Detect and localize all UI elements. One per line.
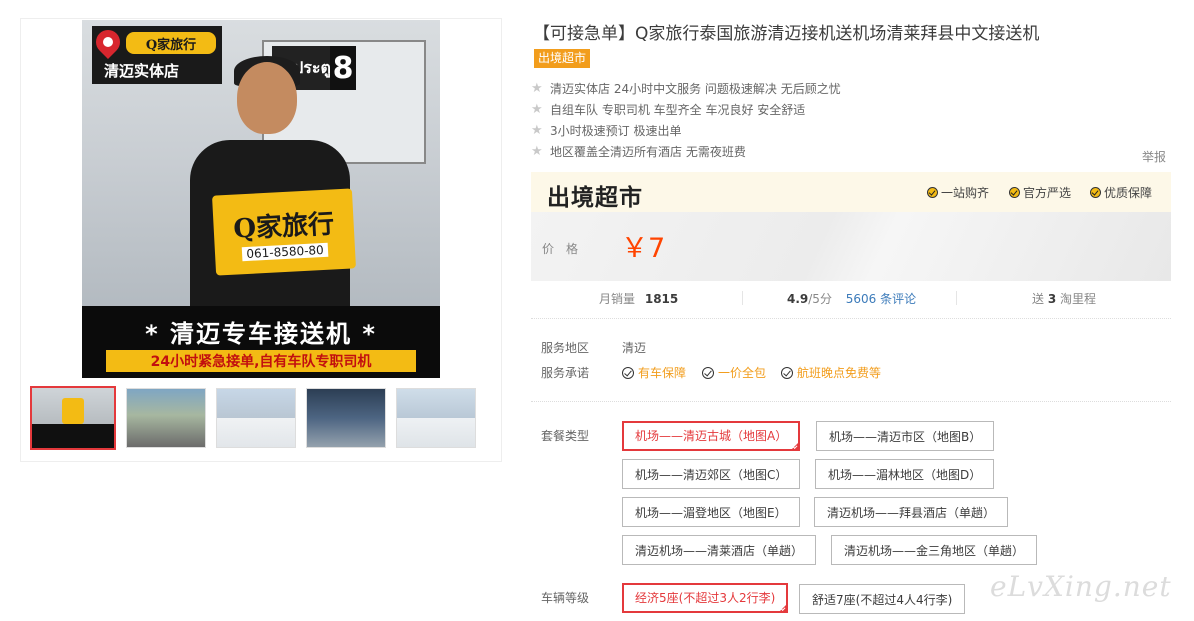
person-head xyxy=(237,62,297,134)
package-option[interactable]: 机场——湄林地区（地图D） xyxy=(815,459,995,489)
package-option[interactable]: 清迈机场——金三角地区（单趟） xyxy=(831,535,1038,565)
points-value: 3 xyxy=(1047,292,1057,306)
check-circle-icon xyxy=(622,366,634,379)
price-value: ￥7 xyxy=(621,233,666,264)
guarantee-item: 一站购齐 xyxy=(927,184,989,201)
star-icon: ★ xyxy=(531,144,543,159)
service-promise-label: 服务承诺 xyxy=(541,366,590,380)
package-option[interactable]: 清迈机场——清莱酒店（单趟） xyxy=(622,535,817,565)
feature-item: ★ 自组车队 专职司机 车型齐全 车况良好 安全舒适 xyxy=(531,101,805,118)
yellow-sign-board: Q家旅行 061-8580-80 xyxy=(212,188,356,276)
price-box: 出境超市 一站购齐 官方严选 优质保障 价格 ￥7 xyxy=(531,172,1171,281)
divider xyxy=(742,291,743,305)
banner-title: * 清迈专车接送机 * xyxy=(145,320,377,348)
feature-item: ★ 地区覆盖全清迈所有酒店 无需夜班费 xyxy=(531,143,746,160)
feature-text: 3小时极速预订 极速出单 xyxy=(550,124,682,138)
product-title: 【可接急单】Q家旅行泰国旅游清迈接机送机场清莱拜县中文接送机 xyxy=(533,24,1040,44)
logo-store-name: 清迈实体店 xyxy=(104,62,180,80)
store-logo: Q家旅行 清迈实体店 xyxy=(91,25,222,84)
guarantee-label: 一站购齐 xyxy=(941,186,990,200)
check-circle-icon xyxy=(781,366,793,379)
thumbnail-strip xyxy=(30,386,476,452)
section-divider xyxy=(531,401,1171,402)
price-label: 价格 xyxy=(542,242,591,256)
divider xyxy=(956,291,957,305)
service-area-label: 服务地区 xyxy=(541,341,590,355)
section-divider xyxy=(531,318,1171,319)
feature-text: 清迈实体店 24小时中文服务 问题极速解决 无后顾之忧 xyxy=(550,82,841,96)
promise-text: 航班晚点免费等 xyxy=(797,366,882,380)
thumbnail-1[interactable] xyxy=(30,386,116,450)
price-box-body: 价格 ￥7 xyxy=(531,212,1171,281)
feature-item: ★ 3小时极速预订 极速出单 xyxy=(531,122,681,139)
product-gallery: ประตู 8 Q家旅行 061-8580-80 Q家旅行 清迈实体店 * 清迈… xyxy=(20,18,502,462)
image-banner: * 清迈专车接送机 * 24小时紧急接单,自有车队专职司机 xyxy=(82,306,440,378)
package-option[interactable]: 机场——清迈古城（地图A） xyxy=(622,421,801,451)
check-icon xyxy=(1009,187,1020,198)
thumbnail-4[interactable] xyxy=(306,388,386,448)
store-badge[interactable]: 出境超市 xyxy=(534,49,591,68)
vehicle-option[interactable]: 舒适7座(不超过4人4行李) xyxy=(799,584,966,614)
monthly-sales: 月销量 1815 xyxy=(599,290,678,307)
rating-summary: 4.9/5分 5606 条评论 xyxy=(787,290,916,307)
package-option[interactable]: 机场——清迈市区（地图B） xyxy=(816,421,995,451)
promise-item[interactable]: 航班晚点免费等 xyxy=(781,364,881,381)
check-icon xyxy=(927,187,938,198)
vehicle-class-label: 车辆等级 xyxy=(541,591,590,605)
points-suffix: 淘里程 xyxy=(1060,292,1097,306)
thumbnail-3[interactable] xyxy=(216,388,296,448)
points-reward: 送 3 淘里程 xyxy=(1032,290,1096,307)
check-circle-icon xyxy=(702,366,714,379)
board-phone: 061-8580-80 xyxy=(242,242,329,261)
feature-text: 自组车队 专职司机 车型齐全 车况良好 安全舒适 xyxy=(550,103,806,117)
package-type-label: 套餐类型 xyxy=(541,429,590,443)
promise-item[interactable]: 一价全包 xyxy=(702,364,766,381)
rating-value: 4.9 xyxy=(787,292,809,306)
package-option[interactable]: 机场——湄登地区（地图E） xyxy=(622,497,800,527)
location-pin-icon xyxy=(91,25,125,59)
promise-text: 一价全包 xyxy=(718,366,767,380)
promise-text: 有车保障 xyxy=(638,366,687,380)
guarantee-item: 官方严选 xyxy=(1009,184,1071,201)
guarantee-label: 优质保障 xyxy=(1104,186,1153,200)
points-prefix: 送 xyxy=(1032,292,1045,306)
service-area-value: 清迈 xyxy=(622,341,647,355)
star-icon: ★ xyxy=(531,81,543,96)
monthly-sales-label: 月销量 xyxy=(599,292,636,306)
price-box-header: 出境超市 一站购齐 官方严选 优质保障 xyxy=(531,172,1171,212)
door-number: 8 xyxy=(330,46,356,90)
feature-item: ★ 清迈实体店 24小时中文服务 问题极速解决 无后顾之忧 xyxy=(531,80,841,97)
star-icon: ★ xyxy=(531,102,543,117)
package-option[interactable]: 清迈机场——拜县酒店（单趟） xyxy=(814,497,1009,527)
sales-stats: 月销量 1815 4.9/5分 5606 条评论 送 3 淘里程 xyxy=(531,290,1171,308)
package-option[interactable]: 机场——清迈郊区（地图C） xyxy=(622,459,801,489)
feature-text: 地区覆盖全清迈所有酒店 无需夜班费 xyxy=(550,145,746,159)
thumbnail-2[interactable] xyxy=(126,388,206,448)
board-brand: Q家旅行 xyxy=(232,208,335,245)
review-count-link[interactable]: 5606 条评论 xyxy=(846,292,916,306)
promise-item[interactable]: 有车保障 xyxy=(622,364,686,381)
rating-suffix: /5分 xyxy=(808,292,832,306)
check-icon xyxy=(1090,187,1101,198)
star-icon: ★ xyxy=(531,123,543,138)
site-watermark: eLvXing.net xyxy=(990,570,1172,603)
guarantee-label: 官方严选 xyxy=(1023,186,1072,200)
guarantee-item: 优质保障 xyxy=(1090,184,1152,201)
monthly-sales-value: 1815 xyxy=(644,292,679,306)
main-product-image[interactable]: ประตู 8 Q家旅行 061-8580-80 Q家旅行 清迈实体店 * 清迈… xyxy=(82,20,440,378)
logo-brand: Q家旅行 xyxy=(126,32,216,54)
vehicle-option[interactable]: 经济5座(不超过3人2行李) xyxy=(622,583,789,613)
thumbnail-5[interactable] xyxy=(396,388,476,448)
report-link[interactable]: 举报 xyxy=(1142,148,1166,165)
banner-subtitle: 24小时紧急接单,自有车队专职司机 xyxy=(106,350,416,372)
outbound-market-logo: 出境超市 xyxy=(547,185,643,211)
